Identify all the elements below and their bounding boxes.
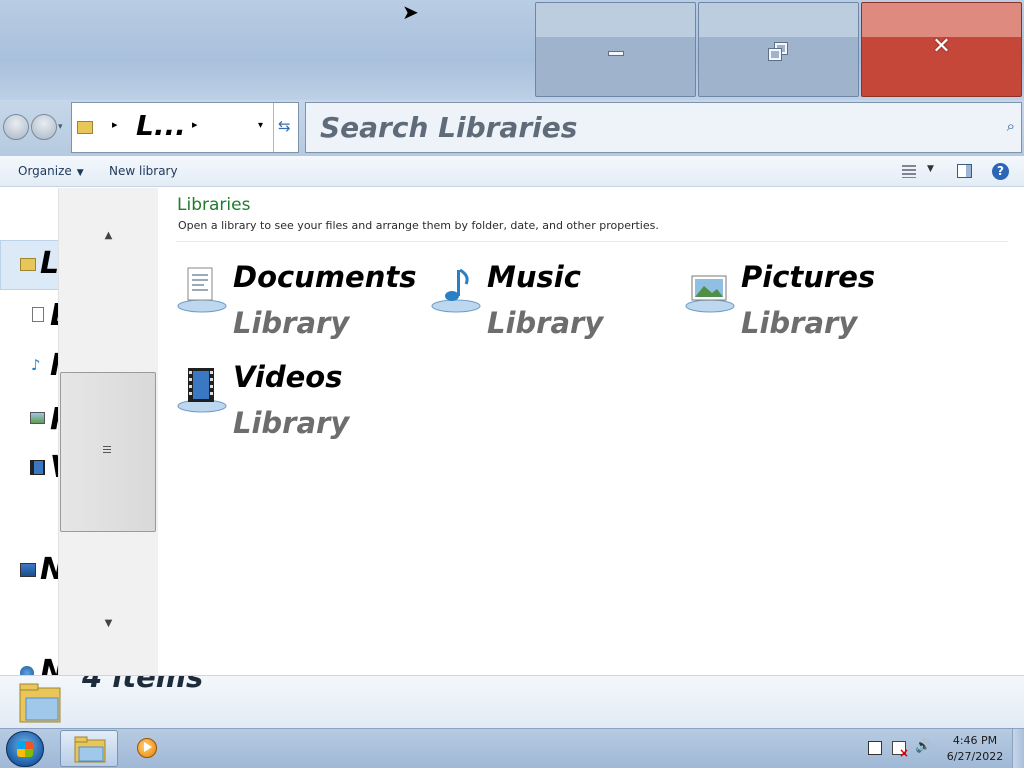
document-icon	[32, 307, 44, 322]
sidebar-item-label: L	[40, 246, 60, 281]
library-tile-pictures[interactable]: Pictures Library	[684, 260, 934, 356]
taskbar-media-player-button[interactable]	[124, 730, 170, 767]
folder-icon	[74, 736, 106, 763]
navigation-bar: ▾ ▸ L... ▸ ▾ ⇆ Search Libraries ⌕	[0, 100, 1024, 156]
navigation-scrollbar[interactable]: ▲ ▼	[58, 188, 158, 675]
volume-icon[interactable]: 🔊	[915, 739, 931, 754]
library-name: Music	[487, 260, 581, 294]
grip-icon	[103, 446, 111, 454]
command-bar: Organize ▼ New library ▼	[0, 156, 1024, 187]
search-input[interactable]: Search Libraries ⌕	[305, 102, 1022, 153]
library-name: Pictures	[741, 260, 876, 294]
divider	[176, 241, 1008, 242]
breadcrumb-libraries[interactable]: L...	[136, 109, 186, 142]
pictures-icon	[30, 412, 45, 424]
search-icon[interactable]: ⌕	[1007, 117, 1015, 135]
minimize-button[interactable]	[535, 2, 696, 97]
scroll-down-icon[interactable]: ▼	[59, 618, 158, 629]
pictures-library-icon	[685, 275, 735, 313]
navigation-pane: L D ♪ M P V N N ▲ ▼	[0, 188, 158, 675]
start-button[interactable]	[6, 731, 44, 767]
close-icon: ✕	[932, 34, 951, 59]
library-type: Library	[741, 306, 858, 340]
organize-button[interactable]: Organize ▼	[18, 164, 84, 178]
breadcrumb-arrow-icon[interactable]: ▸	[112, 118, 118, 131]
title-bar: ✕	[0, 0, 1024, 100]
scroll-up-icon[interactable]: ▲	[59, 230, 158, 241]
network-status-icon[interactable]	[868, 741, 882, 755]
chevron-down-icon: ▼	[927, 164, 934, 174]
music-icon: ♪	[31, 356, 41, 374]
breadcrumb-arrow-icon[interactable]: ▸	[192, 118, 198, 131]
windows-logo-icon	[17, 741, 33, 757]
minimize-icon	[608, 51, 624, 56]
library-name: Documents	[233, 260, 417, 294]
address-bar[interactable]: ▸ L... ▸ ▾ ⇆	[71, 102, 299, 153]
videos-icon	[30, 460, 45, 475]
show-desktop-button[interactable]	[1012, 729, 1024, 768]
preview-pane-icon[interactable]	[957, 164, 972, 178]
library-type: Library	[487, 306, 604, 340]
forward-button[interactable]	[31, 114, 57, 140]
videos-library-icon	[177, 368, 227, 413]
documents-library-icon	[177, 267, 227, 313]
homegroup-icon	[20, 666, 34, 675]
library-tile-videos[interactable]: Videos Library	[176, 360, 426, 456]
mouse-cursor-icon: ➤	[402, 0, 419, 24]
system-clock[interactable]: 4:46 PM 6/27/2022	[940, 733, 1010, 765]
library-tile-documents[interactable]: Documents Library	[176, 260, 426, 356]
change-view-button[interactable]: ▼	[902, 164, 942, 180]
media-player-icon	[137, 738, 157, 758]
help-icon[interactable]: ?	[992, 163, 1009, 180]
libraries-icon	[77, 121, 93, 134]
view-options-icon	[902, 165, 916, 178]
close-button[interactable]: ✕	[861, 2, 1022, 97]
page-description: Open a library to see your files and arr…	[178, 219, 659, 232]
library-type: Library	[233, 406, 350, 440]
back-button[interactable]	[3, 114, 29, 140]
file-list-pane: Libraries Open a library to see your fil…	[160, 188, 1024, 675]
refresh-icon[interactable]: ⇆	[278, 117, 291, 135]
taskbar: 🔊 4:46 PM 6/27/2022	[0, 728, 1024, 768]
details-pane: 4 items	[0, 675, 1024, 728]
scrollbar-thumb[interactable]	[60, 372, 156, 532]
page-title: Libraries	[177, 195, 251, 215]
action-center-icon[interactable]	[892, 741, 909, 760]
network-icon	[20, 563, 36, 577]
restore-button[interactable]	[698, 2, 859, 97]
libraries-icon	[20, 258, 36, 271]
recent-pages-dropdown[interactable]: ▾	[58, 122, 63, 132]
library-name: Videos	[233, 360, 343, 394]
libraries-icon	[19, 683, 61, 723]
restore-icon	[768, 42, 789, 63]
organize-label: Organize	[18, 164, 72, 178]
item-count: 4 items	[82, 675, 204, 694]
library-type: Library	[233, 306, 350, 340]
library-tile-music[interactable]: Music Library	[430, 260, 680, 356]
chevron-down-icon: ▼	[76, 168, 84, 178]
search-placeholder: Search Libraries	[320, 111, 578, 144]
address-history-dropdown[interactable]: ▾	[258, 120, 263, 131]
clock-time: 4:46 PM	[952, 734, 998, 747]
clock-date: 6/27/2022	[946, 750, 1004, 763]
new-library-button[interactable]: New library	[109, 164, 178, 178]
taskbar-explorer-button[interactable]	[60, 730, 118, 767]
music-library-icon	[431, 268, 481, 313]
